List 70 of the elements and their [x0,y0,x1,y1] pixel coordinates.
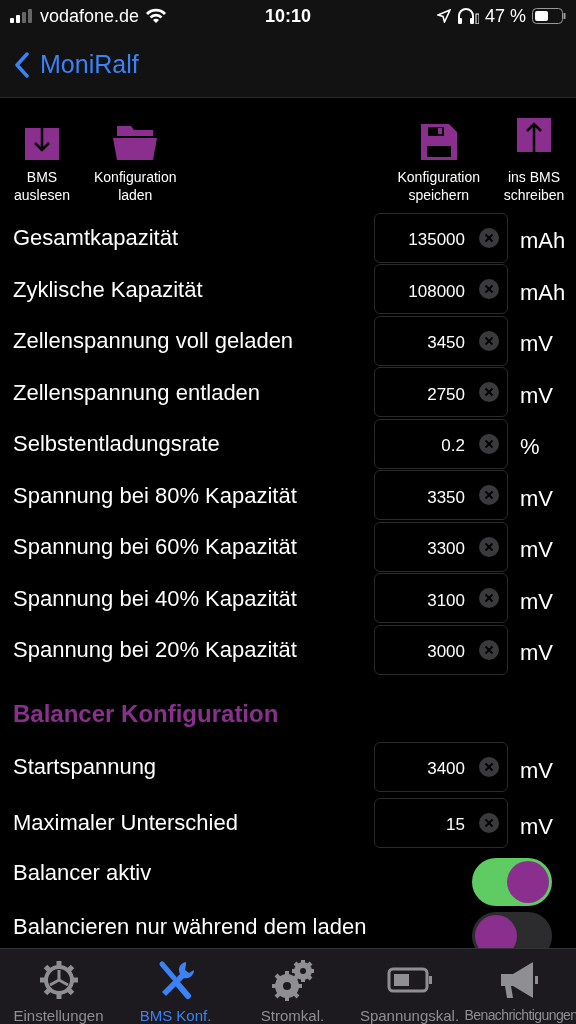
battery-percent: 47 % [484,4,526,28]
unit-label: % [519,433,541,461]
clear-icon[interactable] [479,639,499,660]
number-field[interactable]: 3100 [374,573,508,624]
setting-label: Selbstentladungsrate [13,430,221,459]
setting-label: Zyklische Kapazität [13,275,204,304]
clear-icon[interactable] [479,382,499,403]
setting-label: Spannung bei 40% Kapazität [13,584,298,613]
setting-label: Zellenspannung voll geladen [13,327,295,356]
number-field[interactable]: 108000 [374,264,508,315]
tab-item[interactable]: Einstellungen [0,959,117,1024]
number-field[interactable]: 15 [374,797,508,848]
toggle-switch[interactable] [472,911,552,948]
back-button[interactable]: MoniRalf [14,45,139,84]
toggle-label: Balancieren nur während dem laden [13,912,368,941]
clear-icon[interactable] [479,227,499,248]
toggle-switch[interactable] [472,857,552,906]
unit-label: mV [519,484,554,513]
number-field[interactable]: 3450 [374,315,508,366]
setting-label: Maximaler Unterschied [13,809,239,837]
carrier-name: vodafone.de [40,4,140,28]
unit-label: mV [519,381,554,410]
chevron-left-icon [14,51,30,78]
toolbar-button[interactable]: Konfiguration laden [90,116,181,204]
number-field[interactable]: 3350 [374,470,508,521]
number-field[interactable]: 3000 [374,624,508,675]
clear-icon[interactable] [479,812,499,833]
unit-label: mV [519,639,554,667]
unit-label: mV [519,756,554,785]
number-field[interactable]: 3300 [374,521,508,572]
location-icon [436,9,451,23]
battery-icon [532,8,566,24]
number-field[interactable]: 135000 [374,212,508,263]
unit-label: mAh [519,227,567,255]
gear-icon [38,960,79,1000]
clear-icon[interactable] [479,433,499,454]
unit-label: mV [519,587,554,616]
number-field[interactable]: 3400 [374,741,508,792]
setting-label: Spannung bei 60% Kapazität [13,533,298,562]
number-field[interactable]: 2750 [374,367,508,418]
unit-label: mV [519,536,554,564]
clear-icon[interactable] [479,485,499,506]
toggle-label: Balancer aktiv [13,858,153,887]
unit-label: mV [519,330,554,358]
signal-icon [10,9,34,23]
battery-icon [386,967,433,993]
setting-label: Startspannung [13,753,158,781]
clock-time: 10:10 [263,4,312,28]
setting-label: Gesamtkapazität [13,224,180,253]
clear-icon[interactable] [479,756,499,777]
toolbar-button[interactable]: ins BMS schreiben [498,116,570,204]
section-heading: Balancer Konfiguration [12,698,280,729]
clear-icon[interactable] [479,536,499,557]
clear-icon[interactable] [479,588,499,609]
tab-item[interactable]: BMS Konf. [117,959,234,1024]
unit-label: mAh [519,278,567,307]
wifi-icon [145,8,168,24]
setting-label: Spannung bei 20% Kapazität [13,636,298,665]
clear-icon[interactable] [479,279,499,300]
clear-icon[interactable] [479,330,499,351]
folder-icon [113,124,158,160]
headphones-icon [456,8,479,24]
unit-label: mV [519,812,554,841]
setting-label: Zellenspannung entladen [13,378,262,407]
number-field[interactable]: 0.2 [374,418,508,469]
gears-icon [269,958,316,1002]
setting-label: Spannung bei 80% Kapazität [13,481,298,510]
toolbar-button[interactable]: BMS auslesen [6,116,78,204]
toolbar-button[interactable]: Konfiguration speichern [393,116,484,204]
tab-item[interactable]: Stromkal. [234,959,351,1024]
